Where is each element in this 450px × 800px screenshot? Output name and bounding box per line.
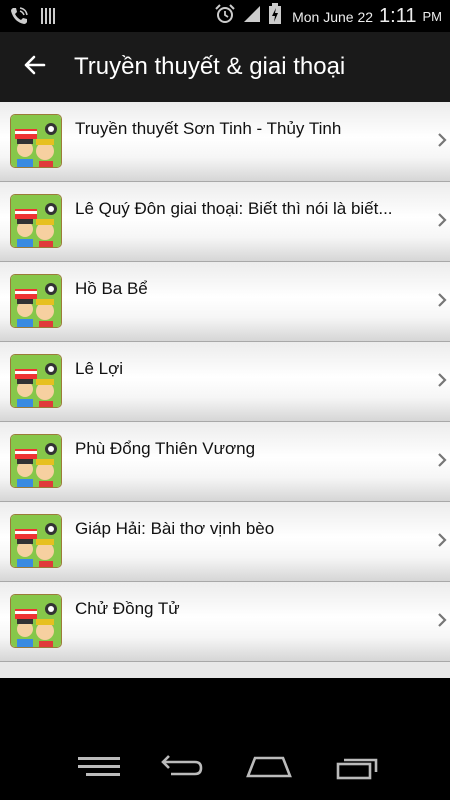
list-item[interactable]: Lê Lợi <box>0 342 450 422</box>
menu-icon <box>76 755 122 784</box>
home-button[interactable] <box>242 754 296 784</box>
chevron-right-icon <box>436 452 448 468</box>
list-item-title: Hồ Ba Bể <box>75 279 148 298</box>
list-item[interactable]: Giáp Hải: Bài thơ vịnh bèo <box>0 502 450 582</box>
recent-apps-button[interactable] <box>330 754 384 784</box>
story-thumbnail-icon <box>10 194 62 248</box>
story-thumbnail-icon <box>10 354 62 408</box>
action-bar: Truyền thuyết & giai thoại <box>0 32 450 104</box>
back-button[interactable] <box>0 32 70 102</box>
status-time: 1:11 <box>379 5 417 27</box>
status-ampm: PM <box>422 9 443 24</box>
list-item-title: Phù Đổng Thiên Vương <box>75 439 256 458</box>
chevron-right-icon <box>436 212 448 228</box>
system-nav-bar <box>0 678 450 800</box>
back-nav-button[interactable] <box>155 754 209 784</box>
home-icon <box>245 754 293 785</box>
story-thumbnail-icon <box>10 274 62 328</box>
list-item[interactable]: Truyền thuyết Sơn Tinh - Thủy Tinh <box>0 102 450 182</box>
chevron-right-icon <box>436 612 448 628</box>
back-icon <box>159 754 205 785</box>
list-item-title: Lê Quý Đôn giai thoại: Biết thì nói là b… <box>75 199 393 218</box>
phone-call-icon <box>8 5 30 32</box>
story-thumbnail-icon <box>10 114 62 168</box>
chevron-right-icon <box>436 132 448 148</box>
story-list: Truyền thuyết Sơn Tinh - Thủy Tinh Lê Qu… <box>0 102 450 678</box>
list-item-title: Giáp Hải: Bài thơ vịnh bèo <box>75 519 275 538</box>
signal-bars-icon <box>40 6 58 31</box>
list-item[interactable]: Chử Đồng Tử <box>0 582 450 662</box>
story-thumbnail-icon <box>10 594 62 648</box>
status-date: Mon June 22 <box>292 8 374 25</box>
arrow-left-icon <box>22 52 48 83</box>
chevron-right-icon <box>436 372 448 388</box>
status-bar: Mon June 22 1:11 PM <box>0 0 450 32</box>
list-item[interactable]: Lê Quý Đôn giai thoại: Biết thì nói là b… <box>0 182 450 262</box>
list-item-title: Chử Đồng Tử <box>75 599 180 618</box>
list-item-title: Lê Lợi <box>75 359 124 378</box>
chevron-right-icon <box>436 532 448 548</box>
story-thumbnail-icon <box>10 514 62 568</box>
battery-charging-icon <box>268 3 282 30</box>
chevron-right-icon <box>436 292 448 308</box>
story-thumbnail-icon <box>10 434 62 488</box>
list-item[interactable]: Hồ Ba Bể <box>0 262 450 342</box>
alarm-icon <box>214 3 236 30</box>
menu-button[interactable] <box>72 754 126 784</box>
list-item[interactable]: Phù Đổng Thiên Vương <box>0 422 450 502</box>
recent-apps-icon <box>334 754 380 785</box>
page-title: Truyền thuyết & giai thoại <box>74 53 346 80</box>
cell-signal-icon <box>242 4 262 29</box>
list-item-title: Truyền thuyết Sơn Tinh - Thủy Tinh <box>75 119 342 138</box>
